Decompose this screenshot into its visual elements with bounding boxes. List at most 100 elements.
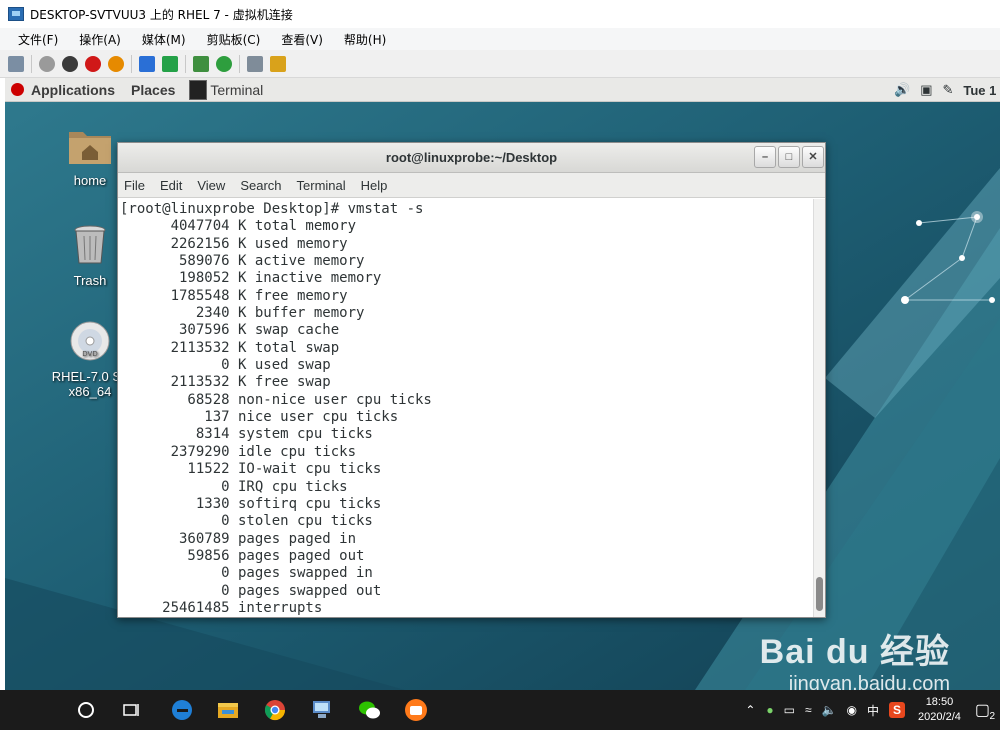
menu-edit[interactable]: Edit xyxy=(160,178,182,193)
terminal-line: 68528 non-nice user cpu ticks xyxy=(120,391,432,408)
share-icon[interactable] xyxy=(270,55,286,72)
vm-window-title: DESKTOP-SVTVUU3 上的 RHEL 7 - 虚拟机连接 xyxy=(30,7,293,22)
vm-menu-clipboard[interactable]: 剪贴板(C) xyxy=(207,31,261,48)
wechat-icon[interactable] xyxy=(357,698,381,722)
scrollbar-thumb[interactable] xyxy=(816,577,823,611)
pause-icon[interactable] xyxy=(139,55,155,72)
terminal-line: 0 IRQ cpu ticks xyxy=(120,478,348,495)
menu-terminal[interactable]: Terminal xyxy=(297,178,346,193)
terminal-taskbar-item[interactable]: Terminal xyxy=(189,79,263,100)
qq-icon[interactable]: ◉ xyxy=(847,703,857,717)
windows-taskbar: ⌃ ● ▭ ≈ 🔈 ◉ 中 S 18:50 2020/2/4 ▢ 2 xyxy=(0,690,1000,730)
edge-icon[interactable] xyxy=(170,698,194,722)
vm-screen[interactable]: Applications Places Terminal 🔊 ▣ ✎ Tue 1… xyxy=(5,78,1000,690)
clock-time: 18:50 xyxy=(925,696,954,708)
close-button[interactable]: ✕ xyxy=(802,146,824,168)
toolbar-separator xyxy=(131,54,132,73)
terminal-line: [root@linuxprobe Desktop]# vmstat -s xyxy=(120,201,424,217)
terminal-line: 11522 IO-wait cpu ticks xyxy=(120,461,382,478)
terminal-line: 1785548 K free memory xyxy=(120,287,348,304)
applications-menu[interactable]: Applications xyxy=(31,82,115,98)
vm-window-titlebar: DESKTOP-SVTVUU3 上的 RHEL 7 - 虚拟机连接 xyxy=(0,0,1000,28)
menu-search[interactable]: Search xyxy=(240,178,281,193)
places-menu[interactable]: Places xyxy=(131,82,175,98)
checkpoint-icon[interactable] xyxy=(193,55,209,72)
gnome-clock[interactable]: Tue 1 xyxy=(963,83,1000,98)
enhanced-session-icon[interactable] xyxy=(247,55,263,72)
vm-menu-help[interactable]: 帮助(H) xyxy=(344,31,386,48)
terminal-line: 2379290 idle cpu ticks xyxy=(120,443,357,460)
wifi-icon[interactable]: ≈ xyxy=(805,703,812,717)
shut-down-icon[interactable] xyxy=(85,55,101,72)
vm-menu-file[interactable]: 文件(F) xyxy=(18,31,58,48)
redhat-icon xyxy=(11,83,24,96)
minimize-button[interactable]: – xyxy=(754,146,776,168)
chrome-icon[interactable] xyxy=(263,698,287,722)
menu-file[interactable]: File xyxy=(124,178,145,193)
terminal-line: 137 nice user cpu ticks xyxy=(120,409,399,426)
cortana-search-icon[interactable] xyxy=(74,698,98,722)
battery-icon[interactable]: ▭ xyxy=(784,703,795,717)
trash-icon xyxy=(74,225,106,264)
window-controls: – □ ✕ xyxy=(753,143,825,171)
resume-icon[interactable] xyxy=(162,55,178,72)
toolbar-separator xyxy=(185,54,186,73)
network-icon[interactable]: ▣ xyxy=(920,82,932,98)
vm-connection-icon xyxy=(8,7,24,21)
notification-center-icon[interactable]: ▢ 2 xyxy=(975,700,995,722)
revert-icon[interactable] xyxy=(216,55,232,72)
hyperv-connection-icon[interactable] xyxy=(310,698,334,722)
menu-view[interactable]: View xyxy=(197,178,225,193)
vm-menu-media[interactable]: 媒体(M) xyxy=(142,31,186,48)
gnome-status-area: 🔊 ▣ ✎ Tue 1 xyxy=(894,78,1000,102)
vm-menu-view[interactable]: 查看(V) xyxy=(281,31,323,48)
home-folder-icon xyxy=(69,132,111,164)
terminal-line: 2113532 K free swap xyxy=(120,374,331,391)
terminal-title: root@linuxprobe:~/Desktop xyxy=(385,150,558,165)
watermark-brand: Bai du 经验 xyxy=(759,633,950,671)
sogou-icon[interactable]: S xyxy=(889,702,906,718)
terminal-line: 8314 system cpu ticks xyxy=(120,426,373,443)
menu-help[interactable]: Help xyxy=(361,178,388,193)
terminal-line: 1330 softirq cpu ticks xyxy=(120,495,382,512)
maximize-button[interactable]: □ xyxy=(778,146,800,168)
turn-off-icon[interactable] xyxy=(62,55,78,72)
wechat-tray-icon[interactable]: ● xyxy=(766,703,773,717)
clipboard-icon[interactable]: ✎ xyxy=(942,82,953,98)
file-explorer-icon[interactable] xyxy=(216,698,240,722)
speaker-icon[interactable]: 🔈 xyxy=(822,703,837,717)
task-view-icon[interactable] xyxy=(119,698,143,722)
terminal-line: 360789 pages paged in xyxy=(120,530,357,547)
terminal-line: 25461485 interrupts xyxy=(120,599,323,616)
terminal-line: 4047704 K total memory xyxy=(120,218,357,235)
vm-menubar: 文件(F) 操作(A) 媒体(M) 剪贴板(C) 查看(V) 帮助(H) xyxy=(0,28,1000,50)
chevron-up-icon[interactable]: ⌃ xyxy=(745,703,755,717)
system-tray: ⌃ ● ▭ ≈ 🔈 ◉ 中 S 18:50 2020/2/4 ▢ 2 xyxy=(739,690,1000,730)
volume-icon[interactable]: 🔊 xyxy=(894,82,910,98)
terminal-line: 0 stolen cpu ticks xyxy=(120,513,373,530)
start-icon[interactable] xyxy=(39,55,55,72)
ctrl-alt-del-icon[interactable] xyxy=(8,55,24,72)
terminal-line: 2113532 K total swap xyxy=(120,339,340,356)
toolbar-separator xyxy=(31,54,32,73)
terminal-titlebar[interactable]: root@linuxprobe:~/Desktop – □ ✕ xyxy=(118,143,825,173)
system-clock[interactable]: 18:50 2020/2/4 xyxy=(918,695,961,725)
ime-indicator[interactable]: 中 xyxy=(867,702,879,719)
terminal-line: 0 K used swap xyxy=(120,357,331,374)
baidu-jingyan-watermark: Bai du 经验 jingyan.baidu.com xyxy=(760,624,950,696)
svg-text:DVD: DVD xyxy=(82,350,97,358)
gnome-top-bar: Applications Places Terminal 🔊 ▣ ✎ Tue 1 xyxy=(5,78,1000,102)
terminal-line: 2340 K buffer memory xyxy=(120,305,365,322)
terminal-line: 0 pages swapped out xyxy=(120,582,382,599)
save-state-icon[interactable] xyxy=(108,55,124,72)
app-store-icon[interactable] xyxy=(404,698,428,722)
terminal-window[interactable]: root@linuxprobe:~/Desktop – □ ✕ File Edi… xyxy=(117,142,826,618)
terminal-output[interactable]: [root@linuxprobe Desktop]# vmstat -s 404… xyxy=(118,199,813,617)
terminal-line: 59856 pages paged out xyxy=(120,547,365,564)
terminal-scrollbar[interactable] xyxy=(813,199,825,617)
terminal-icon xyxy=(189,79,208,100)
notification-count: 2 xyxy=(989,711,995,722)
terminal-line: 198052 K inactive memory xyxy=(120,270,382,287)
vm-menu-action[interactable]: 操作(A) xyxy=(79,31,121,48)
toolbar-separator xyxy=(239,54,240,73)
